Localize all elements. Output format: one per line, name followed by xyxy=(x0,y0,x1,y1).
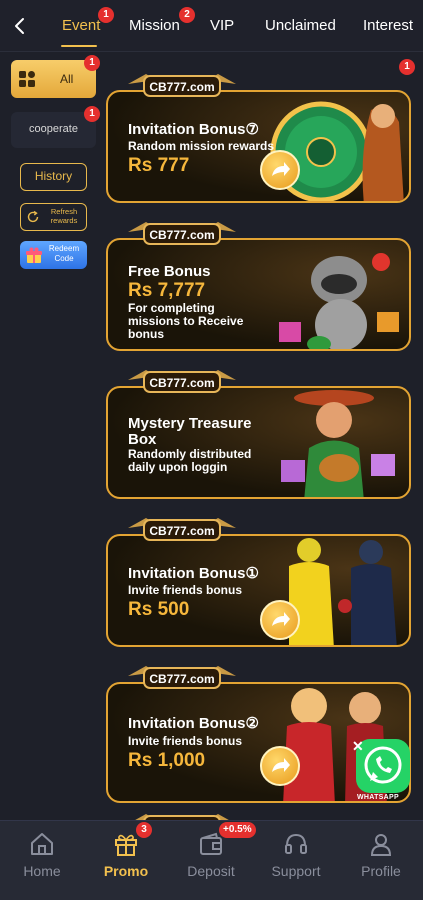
svg-text:CB777.com: CB777.com xyxy=(149,376,214,390)
go-button[interactable] xyxy=(260,150,300,190)
tab-event-badge: 1 xyxy=(98,7,114,23)
history-button[interactable]: History xyxy=(20,163,87,191)
nav-deposit-badge: +0.5% xyxy=(219,822,256,838)
tab-unclaimed[interactable]: Unclaimed xyxy=(265,17,336,34)
grid-icon xyxy=(19,71,35,87)
cb777-logo: CB777.com xyxy=(126,362,238,398)
tab-event[interactable]: Event xyxy=(62,17,100,34)
promo-card-free-bonus[interactable]: Free Bonus Rs 7,777 For completing missi… xyxy=(106,214,411,351)
promo-card-invitation-bonus-7[interactable]: Invitation Bonus⑦ Random mission rewards… xyxy=(106,66,411,203)
nav-support[interactable]: Support xyxy=(254,821,338,900)
nav-promo[interactable]: Promo xyxy=(84,821,168,900)
svg-text:CB777.com: CB777.com xyxy=(149,672,214,686)
card-amount: Rs 1,000 xyxy=(128,750,206,771)
whatsapp-label: WHATSAPP xyxy=(357,794,399,801)
nav-label: Deposit xyxy=(187,863,235,879)
card-subtitle: Random mission rewards xyxy=(128,139,275,153)
back-arrow-icon[interactable] xyxy=(8,14,32,38)
cb777-logo: CB777.com xyxy=(126,658,238,694)
gift-icon xyxy=(115,834,137,856)
card-title: Free Bonus xyxy=(128,263,211,280)
cb777-logo: CB777.com xyxy=(126,66,238,102)
user-icon xyxy=(370,834,392,856)
sidebar-item-cooperate[interactable]: cooperate xyxy=(11,112,96,148)
top-tab-bar: Event 1 Mission 2 VIP Unclaimed Interest xyxy=(0,0,423,52)
arrow-forward-icon xyxy=(272,758,290,772)
active-tab-indicator xyxy=(61,45,97,47)
nav-label: Profile xyxy=(361,863,401,879)
promo-card-mystery-treasure-box[interactable]: Mystery Treasure Box Randomly distribute… xyxy=(106,362,411,499)
card-body: Invitation Bonus① Invite friends bonus R… xyxy=(106,534,411,647)
card-title: Mystery Treasure Box xyxy=(128,415,252,448)
sidebar-item-label: cooperate xyxy=(29,123,78,135)
nav-home[interactable]: Home xyxy=(0,821,84,900)
card-subtitle: Invite friends bonus xyxy=(128,583,243,597)
refresh-rewards-label: Refresh rewards xyxy=(50,207,78,225)
card-subtitle: Randomly distributed daily upon loggin xyxy=(128,447,252,474)
card-title: Invitation Bonus① xyxy=(128,565,259,582)
sidebar-item-all[interactable]: All xyxy=(11,60,96,98)
card-amount: Rs 7,777 xyxy=(128,280,206,301)
sidebar-item-label: All xyxy=(60,72,74,86)
redeem-code-label: Redeem Code xyxy=(48,244,80,263)
arrow-forward-icon xyxy=(272,162,290,176)
tab-mission[interactable]: Mission xyxy=(129,17,180,34)
cb777-logo: CB777.com xyxy=(126,214,238,250)
card-amount: Rs 777 xyxy=(128,155,190,176)
headset-icon xyxy=(285,833,307,854)
redeem-code-button[interactable]: Redeem Code xyxy=(20,241,87,269)
nav-promo-badge: 3 xyxy=(136,822,152,838)
nav-label: Promo xyxy=(103,863,149,879)
card-amount: Rs 500 xyxy=(128,599,190,620)
refresh-rewards-button[interactable]: Refresh rewards xyxy=(20,203,87,231)
card-subtitle: Invite friends bonus xyxy=(128,734,243,748)
go-button[interactable] xyxy=(260,600,300,640)
sidebar-cooperate-badge: 1 xyxy=(84,106,100,122)
bottom-nav: Home Promo 3 Deposit +0.5% Support Profi… xyxy=(0,820,423,900)
svg-text:CB777.com: CB777.com xyxy=(149,228,214,242)
gift-box-icon xyxy=(26,247,42,263)
nav-label: Home xyxy=(23,863,61,879)
card-title: Invitation Bonus② xyxy=(128,715,259,732)
tab-vip[interactable]: VIP xyxy=(210,17,234,34)
card-title: Invitation Bonus⑦ xyxy=(128,121,259,138)
raccoon-illustration xyxy=(259,240,409,349)
nav-profile[interactable]: Profile xyxy=(339,821,423,900)
tab-interest[interactable]: Interest xyxy=(363,17,413,34)
nav-label: Support xyxy=(271,863,321,879)
svg-text:CB777.com: CB777.com xyxy=(149,524,214,538)
svg-text:CB777.com: CB777.com xyxy=(149,80,214,94)
card-body: Invitation Bonus⑦ Random mission rewards… xyxy=(106,90,411,203)
cb777-logo: CB777.com xyxy=(126,510,238,546)
mariachi-illustration xyxy=(259,388,409,497)
arrow-forward-icon xyxy=(272,612,290,626)
promo-card-invitation-bonus-1[interactable]: Invitation Bonus① Invite friends bonus R… xyxy=(106,510,411,647)
sidebar-all-badge: 1 xyxy=(84,55,100,71)
whatsapp-close-icon[interactable]: ✕ xyxy=(352,738,364,755)
card-body: Mystery Treasure Box Randomly distribute… xyxy=(106,386,411,499)
next-card-logo-peek xyxy=(126,806,238,820)
card-subtitle: For completing missions to Receive bonus xyxy=(128,301,244,341)
card-body: Free Bonus Rs 7,777 For completing missi… xyxy=(106,238,411,351)
tab-mission-badge: 2 xyxy=(179,7,195,23)
go-button[interactable] xyxy=(260,746,300,786)
refresh-icon xyxy=(27,210,39,223)
home-icon xyxy=(31,833,53,855)
